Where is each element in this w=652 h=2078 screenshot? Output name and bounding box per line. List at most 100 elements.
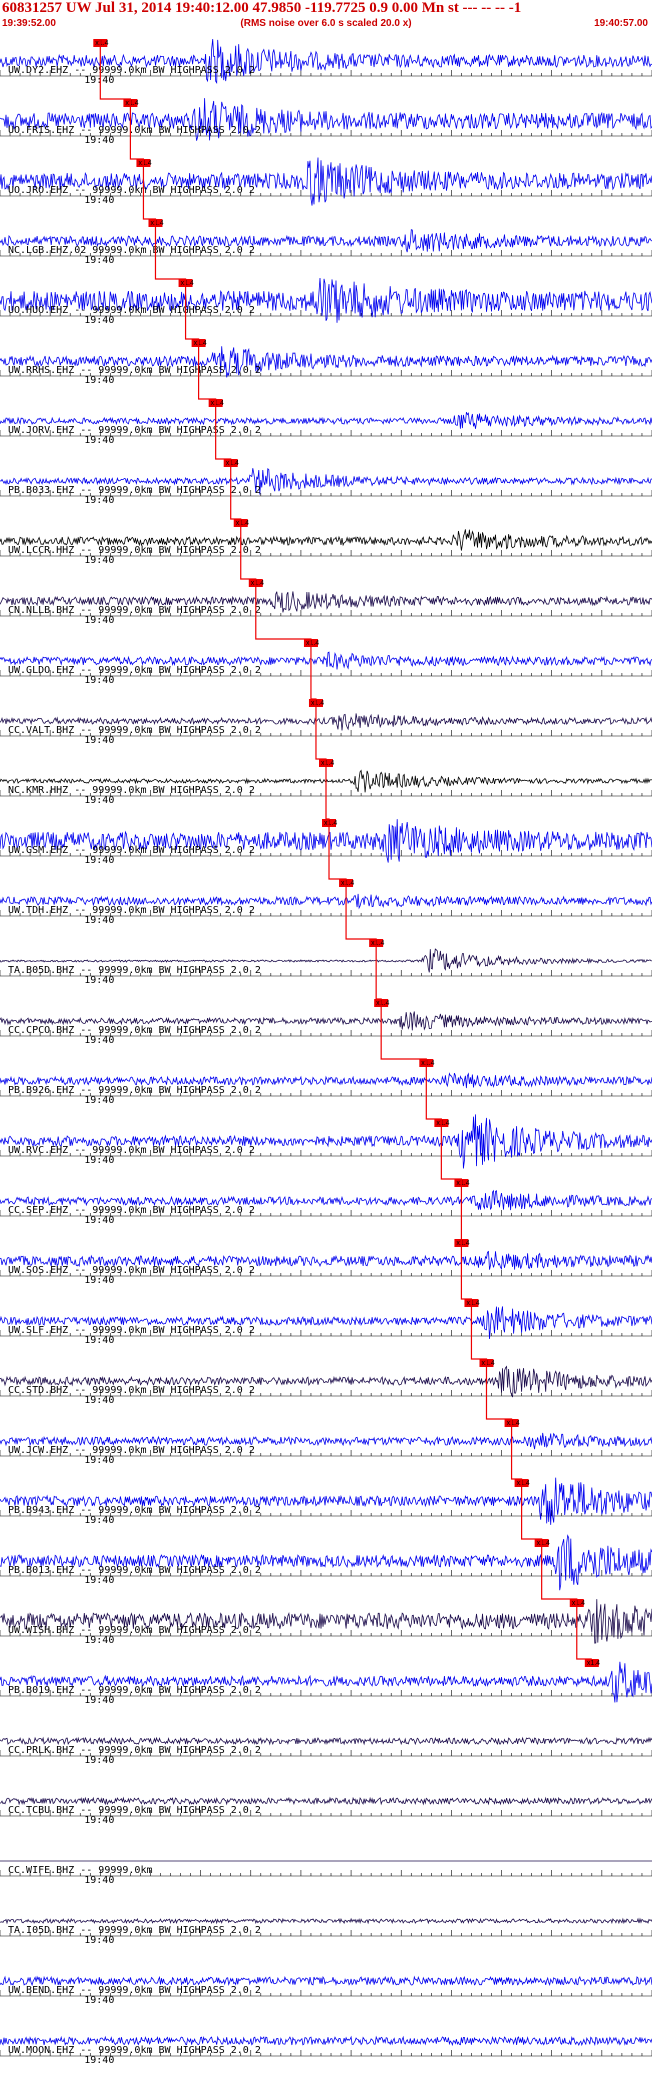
trace-row: PB.B926.EHZ -- 99999.0km BW HIGHPASS 2.0…	[0, 1059, 652, 1106]
tick-label: 19:40	[84, 1935, 114, 1946]
tick-label: 19:40	[84, 1695, 114, 1706]
station-label: PB.B019.EHZ -- 99999.0km BW HIGHPASS 2.0…	[8, 1685, 261, 1696]
station-label: CC.SEP.EHZ -- 99999.0km BW HIGHPASS 2.0 …	[8, 1205, 255, 1216]
pick-label: x1.4	[138, 160, 151, 167]
trace-row: UW.WISH.BHZ -- 99999.0km BW HIGHPASS 2.0…	[0, 1599, 652, 1646]
trace-row: UO.HUO.EHZ -- 99999.0km BW HIGHPASS 2.0 …	[0, 277, 652, 326]
trace-row: PB.B943.EHZ -- 99999.0km BW HIGHPASS 2.0…	[0, 1477, 652, 1526]
pick-marker: x1.4	[514, 1479, 530, 1487]
station-label: PB.B926.EHZ -- 99999.0km BW HIGHPASS 2.0…	[8, 1085, 261, 1096]
station-label: TA.B05D.BHZ -- 99999.0km BW HIGHPASS 2.0…	[8, 965, 261, 976]
tick-label: 19:40	[84, 1755, 114, 1766]
end-time: 19:40:57.00	[594, 18, 648, 29]
station-label: CC.VALT.BHZ -- 99999.0km BW HIGHPASS 2.0…	[8, 725, 261, 736]
trace-row: UW.DY2.EHZ -- 99999.0km BW HIGHPASS 2.0 …	[0, 38, 652, 86]
pick-marker: x1.4	[454, 1179, 470, 1187]
trace-row: UW.SLF.EHZ -- 99999.0km BW HIGHPASS 2.0 …	[0, 1299, 652, 1346]
trace-row: UW.JORV.EHZ -- 99999.0km BW HIGHPASS 2.0…	[0, 399, 652, 446]
trace-row: NC.LGB.EHZ.02 99999.0km BW HIGHPASS 2.0 …	[0, 219, 652, 266]
station-label: CC.WIFE.BHZ -- 99999.0km	[8, 1865, 153, 1876]
event-title: 60831257 UW Jul 31, 2014 19:40:12.00 47.…	[2, 0, 522, 16]
station-label: UW.TDH.EHZ -- 99999.0km BW HIGHPASS 2.0 …	[8, 905, 255, 916]
tick-label: 19:40	[84, 2055, 114, 2066]
pick-label: x1.4	[371, 940, 384, 947]
tick-label: 19:40	[84, 1515, 114, 1526]
waveform-line	[0, 1796, 652, 1806]
pick-label: x1.4	[311, 700, 324, 707]
pick-marker: x1.4	[191, 339, 207, 347]
station-label: PB.B033.EHZ -- 99999.0km BW HIGHPASS 2.0…	[8, 485, 261, 496]
station-label: PB.B943.EHZ -- 99999.0km BW HIGHPASS 2.0…	[8, 1505, 261, 1516]
station-label: UW.JCW.EHZ -- 99999.0km BW HIGHPASS 2.0 …	[8, 1445, 255, 1456]
pick-marker: x1.4	[569, 1599, 585, 1607]
pick-label: x1.4	[321, 760, 334, 767]
tick-label: 19:40	[84, 375, 114, 386]
tick-label: 19:40	[84, 1575, 114, 1586]
pick-marker: x1.4	[123, 99, 139, 107]
tick-label: 19:40	[84, 675, 114, 686]
station-label: UW.SOS.EHZ -- 99999.0km BW HIGHPASS 2.0 …	[8, 1265, 255, 1276]
pick-label: x1.4	[587, 1660, 600, 1667]
pick-label: x1.4	[194, 340, 207, 347]
pick-label: x1.4	[95, 40, 108, 47]
pick-label: x1.4	[226, 460, 239, 467]
station-label: PB.B013.EHZ -- 99999.0km BW HIGHPASS 2.0…	[8, 1565, 261, 1576]
tick-label: 19:40	[84, 1155, 114, 1166]
station-label: CC.STD.BHZ -- 99999.0km BW HIGHPASS 2.0 …	[8, 1385, 255, 1396]
tick-label: 19:40	[84, 255, 114, 266]
tick-label: 19:40	[84, 315, 114, 326]
trace-row: UW.LCCR.HHZ -- 99999.0km BW HIGHPASS 2.0…	[0, 519, 652, 566]
pick-label: x1.4	[211, 400, 224, 407]
pick-marker: x1.4	[303, 639, 319, 647]
trace-row: CC.CPCO.BHZ -- 99999.0km BW HIGHPASS 2.0…	[0, 999, 652, 1046]
tick-label: 19:40	[84, 1455, 114, 1466]
station-label: UW.GSM.EHZ -- 99999.0km BW HIGHPASS 2.0 …	[8, 845, 255, 856]
pick-marker: x1.4	[434, 1119, 450, 1127]
station-label: NC.KMR.HHZ -- 99999.0km BW HIGHPASS 2.0 …	[8, 785, 255, 796]
pick-label: x1.4	[481, 1360, 494, 1367]
pick-label: x1.4	[517, 1480, 530, 1487]
station-label: CN.NLLB.BHZ -- 99999.0km BW HIGHPASS 2.0…	[8, 605, 261, 616]
tick-label: 19:40	[84, 1215, 114, 1226]
pick-label: x1.4	[251, 580, 264, 587]
station-label: UO.JRO.EHZ -- 99999.0km BW HIGHPASS 2.0 …	[8, 185, 255, 196]
rms-subtitle: (RMS noise over 6.0 s scaled 20.0 x)	[240, 18, 412, 29]
tick-label: 19:40	[84, 1635, 114, 1646]
pick-label: x1.4	[466, 1300, 479, 1307]
trace-row: PB.B013.EHZ -- 99999.0km BW HIGHPASS 2.0…	[0, 1534, 652, 1591]
station-label: UW.DY2.EHZ -- 99999.0km BW HIGHPASS 2.0 …	[8, 65, 255, 76]
station-label: UW.JORV.EHZ -- 99999.0km BW HIGHPASS 2.0…	[8, 425, 261, 436]
station-label: UW.MOON.EHZ -- 99999.0km BW HIGHPASS 2.0…	[8, 2045, 261, 2056]
trace-row: UW.JCW.EHZ -- 99999.0km BW HIGHPASS 2.0 …	[0, 1419, 652, 1466]
pick-label: x1.4	[456, 1240, 469, 1247]
trace-row: CC.PRLK.BHZ -- 99999.0km BW HIGHPASS 2.0…	[0, 1736, 652, 1766]
waveform-line	[0, 1736, 652, 1746]
tick-label: 19:40	[84, 195, 114, 206]
trace-row: CN.NLLB.BHZ -- 99999.0km BW HIGHPASS 2.0…	[0, 579, 652, 626]
station-label: CC.TCBU.BHZ -- 99999.0km BW HIGHPASS 2.0…	[8, 1805, 261, 1816]
pick-marker: x1.4	[504, 1419, 520, 1427]
pick-marker: x1.4	[223, 459, 239, 467]
station-label: UW.WISH.BHZ -- 99999.0km BW HIGHPASS 2.0…	[8, 1625, 261, 1636]
plot-header: 60831257 UW Jul 31, 2014 19:40:12.00 47.…	[0, 0, 652, 33]
pick-marker: x1.4	[208, 399, 224, 407]
station-label: UW.SLF.EHZ -- 99999.0km BW HIGHPASS 2.0 …	[8, 1325, 255, 1336]
pick-marker: x1.4	[178, 279, 194, 287]
pick-label: x1.4	[341, 880, 354, 887]
trace-row: UW.BEND.EHZ -- 99999.0km BW HIGHPASS 2.0…	[0, 1975, 652, 2006]
station-label: UW.RRHS.EHZ -- 99999.0km BW HIGHPASS 2.0…	[8, 365, 261, 376]
station-label: UW.GLDO.EHZ -- 99999.0km BW HIGHPASS 2.0…	[8, 665, 261, 676]
tick-label: 19:40	[84, 735, 114, 746]
pick-marker: x1.4	[322, 819, 337, 827]
station-label: UO.HUO.EHZ -- 99999.0km BW HIGHPASS 2.0 …	[8, 305, 255, 316]
station-label: UW.RVC.EHZ -- 99999.0km BW HIGHPASS 2.0 …	[8, 1145, 255, 1156]
trace-row: UO.FRIS.EHZ -- 99999.0km BW HIGHPASS 2.0…	[0, 98, 652, 146]
waveform-line	[0, 1917, 652, 1925]
trace-row: CC.TCBU.BHZ -- 99999.0km BW HIGHPASS 2.0…	[0, 1796, 652, 1826]
trace-row: TA.I05D.BHZ -- 99999.0km BW HIGHPASS 2.0…	[0, 1917, 652, 1946]
station-label: CC.CPCO.BHZ -- 99999.0km BW HIGHPASS 2.0…	[8, 1025, 261, 1036]
pick-marker: x1.4	[419, 1059, 435, 1067]
trace-row: UW.GSM.EHZ -- 99999.0km BW HIGHPASS 2.0 …	[0, 819, 652, 866]
pick-marker: x1.4	[308, 699, 324, 707]
station-label: NC.LGB.EHZ.02 99999.0km BW HIGHPASS 2.0 …	[8, 245, 255, 256]
